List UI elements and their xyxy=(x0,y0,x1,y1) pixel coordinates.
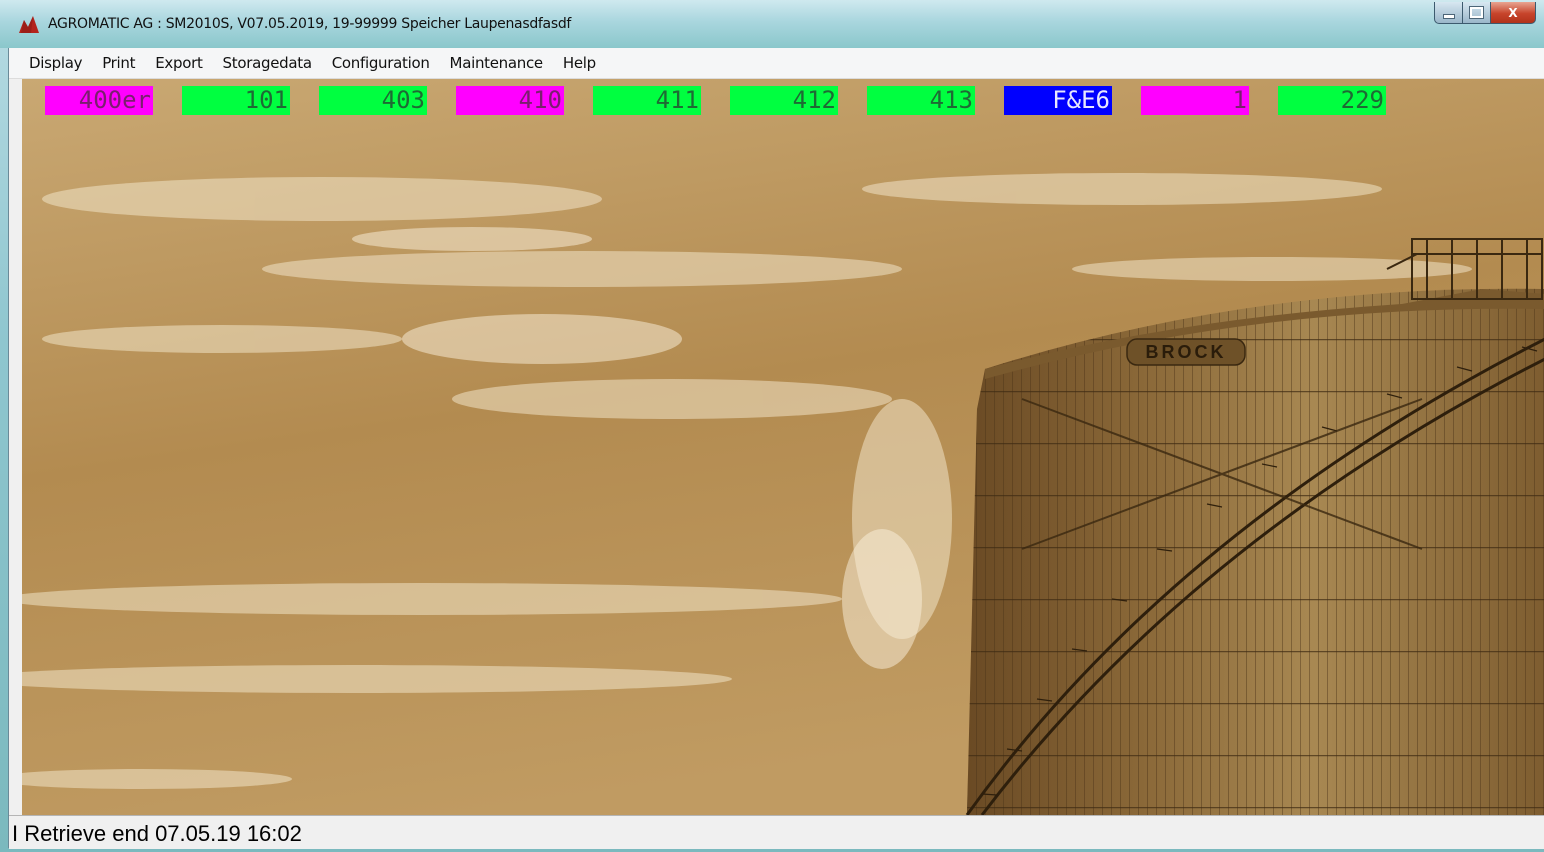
menu-help[interactable]: Help xyxy=(553,54,606,72)
menu-display[interactable]: Display xyxy=(9,54,92,72)
status-box-400er[interactable]: 400er xyxy=(45,86,153,115)
maximize-button[interactable] xyxy=(1462,2,1490,24)
background-photo: BROCK 400er 101 403 410 411 412 413 F&E6… xyxy=(22,79,1544,815)
status-bar: I Retrieve end 07.05.19 16:02 xyxy=(9,815,1544,849)
close-button[interactable]: X xyxy=(1490,2,1536,24)
status-box-412[interactable]: 412 xyxy=(730,86,838,115)
minimize-icon xyxy=(1442,14,1455,19)
status-box-1[interactable]: 1 xyxy=(1141,86,1249,115)
silo-brand-plate: BROCK xyxy=(1126,338,1246,366)
menu-print[interactable]: Print xyxy=(92,54,145,72)
minimize-button[interactable] xyxy=(1434,2,1462,24)
status-message: I Retrieve end 07.05.19 16:02 xyxy=(12,821,302,846)
silo-brand-text: BROCK xyxy=(1146,342,1227,362)
status-box-411[interactable]: 411 xyxy=(593,86,701,115)
app-window: AGROMATIC AG : SM2010S, V07.05.2019, 19-… xyxy=(0,0,1544,852)
window-title: AGROMATIC AG : SM2010S, V07.05.2019, 19-… xyxy=(48,16,572,32)
status-box-403[interactable]: 403 xyxy=(319,86,427,115)
silo-scene-graphic: BROCK xyxy=(22,79,1544,815)
menu-configuration[interactable]: Configuration xyxy=(322,54,440,72)
maximize-icon xyxy=(1469,6,1484,19)
window-controls: X xyxy=(1434,2,1536,24)
menu-bar: Display Print Export Storagedata Configu… xyxy=(9,48,1544,79)
close-icon: X xyxy=(1508,5,1518,20)
menu-maintenance[interactable]: Maintenance xyxy=(440,54,553,72)
status-box-410[interactable]: 410 xyxy=(456,86,564,115)
menu-storagedata[interactable]: Storagedata xyxy=(213,54,322,72)
status-box-413[interactable]: 413 xyxy=(867,86,975,115)
agromatic-logo-icon xyxy=(19,16,39,33)
menu-export[interactable]: Export xyxy=(145,54,212,72)
status-box-101[interactable]: 101 xyxy=(182,86,290,115)
title-bar[interactable]: AGROMATIC AG : SM2010S, V07.05.2019, 19-… xyxy=(0,0,1544,48)
status-box-229[interactable]: 229 xyxy=(1278,86,1386,115)
status-box-fe6[interactable]: F&E6 xyxy=(1004,86,1112,115)
client-area: Display Print Export Storagedata Configu… xyxy=(8,48,1544,849)
